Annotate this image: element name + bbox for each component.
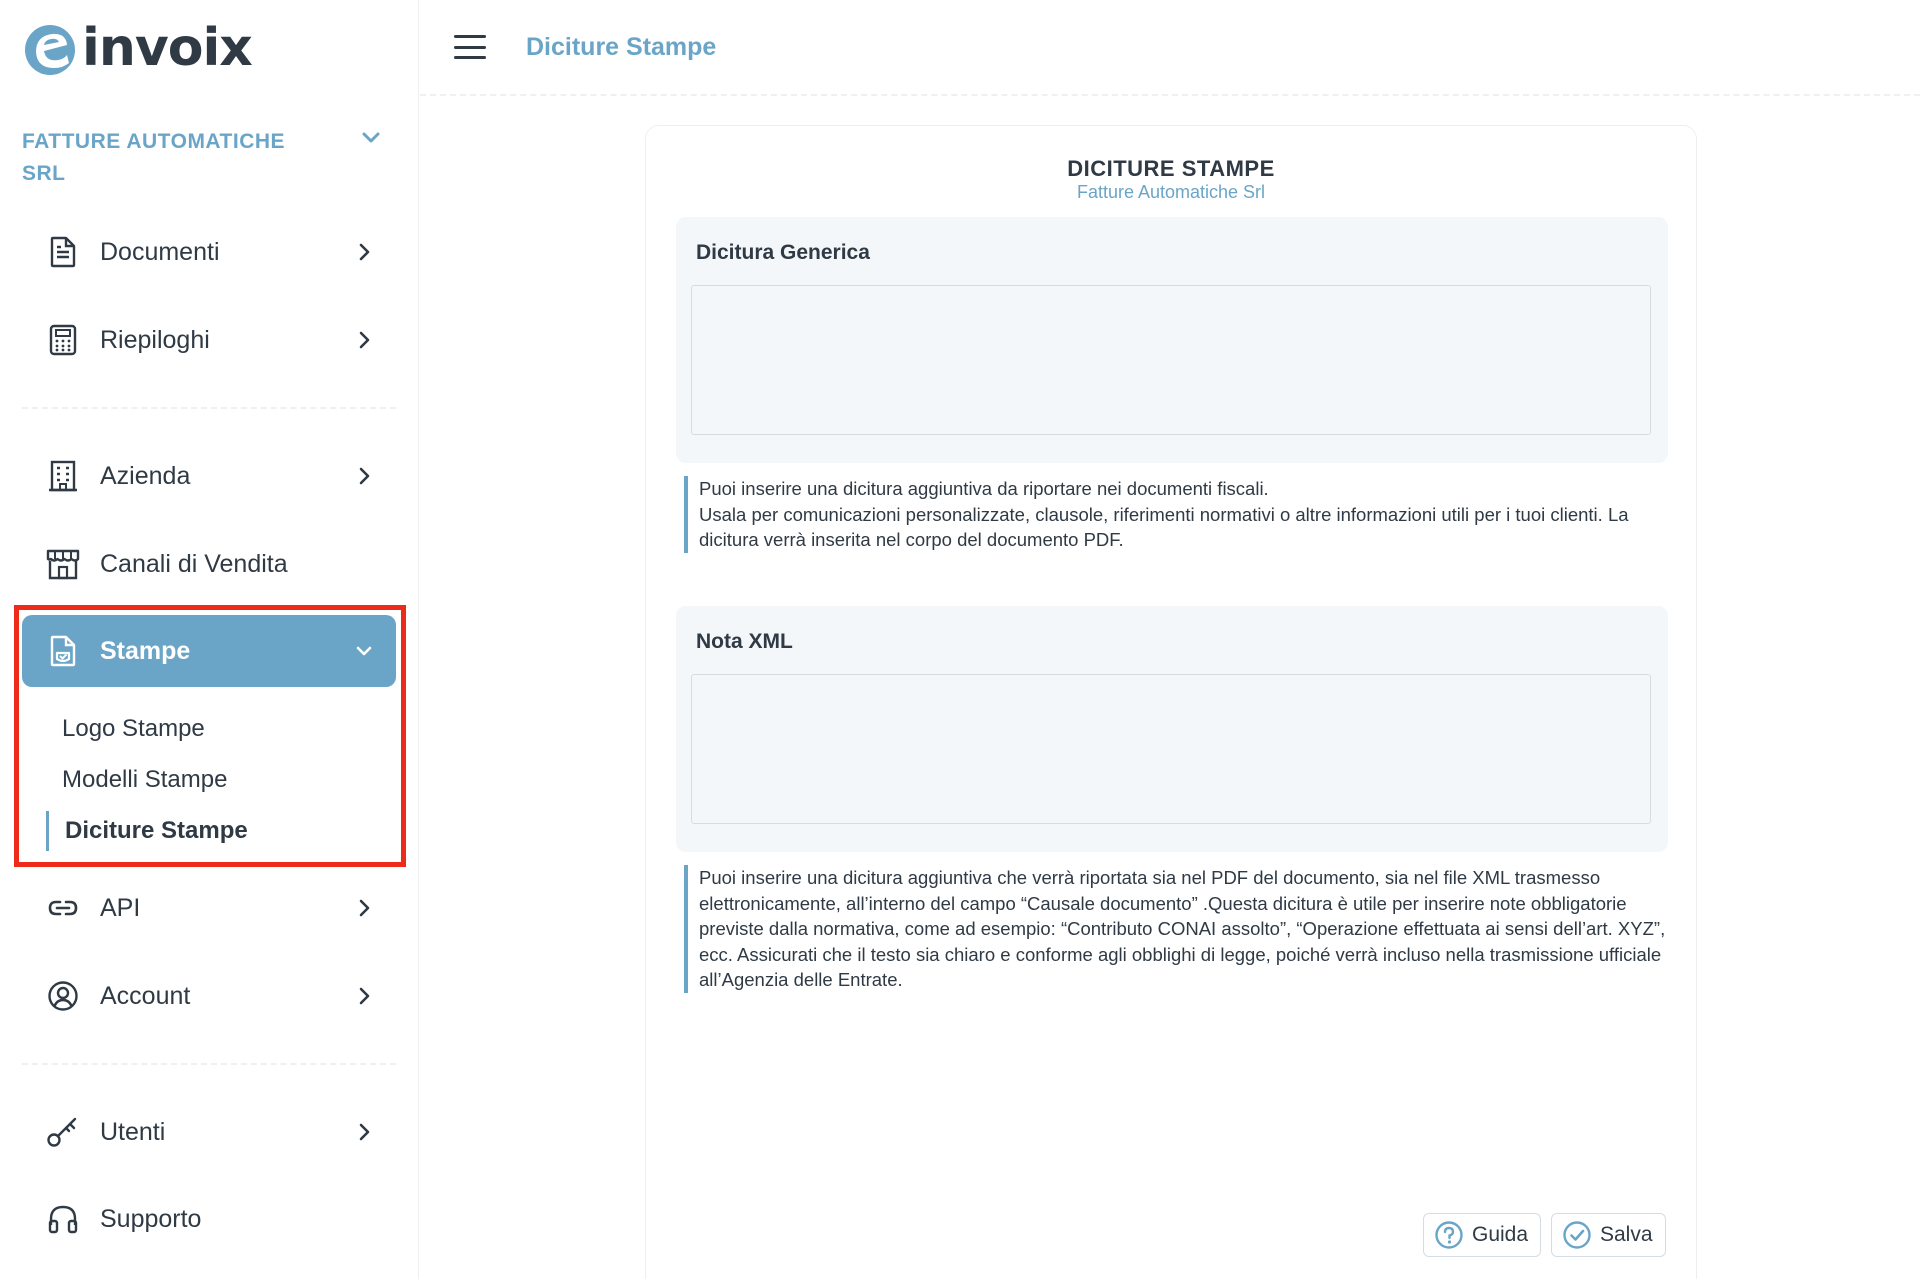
company-selector[interactable]: FATTURE AUTOMATICHE SRL bbox=[22, 126, 382, 190]
chevron-right-icon bbox=[359, 899, 370, 917]
sidebar-item-label: Canali di Vendita bbox=[100, 549, 288, 578]
chevron-right-icon bbox=[359, 987, 370, 1005]
print-file-icon bbox=[46, 634, 80, 668]
sidebar-item-label: Riepiloghi bbox=[100, 325, 210, 354]
section-dicitura-generica: Dicitura Generica bbox=[676, 217, 1668, 463]
sidebar-item-label: Supporto bbox=[100, 1204, 202, 1233]
help-text: Puoi inserire una dicitura aggiuntiva ch… bbox=[699, 867, 1666, 990]
sidebar-subitem-logo-stampe[interactable]: Logo Stampe bbox=[46, 709, 205, 749]
sidebar-divider bbox=[22, 407, 396, 409]
sidebar-item-supporto[interactable]: Supporto bbox=[22, 1183, 396, 1255]
section-label: Dicitura Generica bbox=[696, 241, 870, 264]
store-icon bbox=[46, 547, 80, 581]
logo-e-icon bbox=[25, 25, 75, 75]
card-subtitle: Fatture Automatiche Srl bbox=[1076, 182, 1266, 202]
sidebar: invoix FATTURE AUTOMATICHE SRL Documenti… bbox=[0, 0, 419, 1279]
nota-xml-textarea[interactable] bbox=[691, 674, 1651, 824]
sidebar-item-account[interactable]: Account bbox=[22, 960, 396, 1032]
question-circle-icon bbox=[1435, 1221, 1463, 1249]
sidebar-item-stampe[interactable]: Stampe bbox=[22, 615, 396, 687]
section-label: Nota XML bbox=[696, 630, 793, 653]
help-text: Puoi inserire una dicitura aggiuntiva da… bbox=[699, 478, 1629, 550]
document-icon bbox=[46, 235, 80, 269]
guida-button[interactable]: Guida bbox=[1423, 1213, 1542, 1257]
chevron-down-icon bbox=[362, 132, 380, 143]
card-title: DICITURE STAMPE bbox=[1067, 156, 1275, 181]
chevron-right-icon bbox=[359, 331, 370, 349]
sidebar-item-canali-di-vendita[interactable]: Canali di Vendita bbox=[22, 528, 396, 600]
logo-text: invoix bbox=[82, 18, 253, 78]
chevron-right-icon bbox=[359, 243, 370, 261]
calculator-icon bbox=[46, 323, 80, 357]
sidebar-item-documenti[interactable]: Documenti bbox=[22, 216, 396, 288]
salva-label: Salva bbox=[1600, 1223, 1653, 1246]
section-nota-xml: Nota XML bbox=[676, 606, 1668, 852]
sidebar-item-api[interactable]: API bbox=[22, 872, 396, 944]
salva-button[interactable]: Salva bbox=[1551, 1213, 1666, 1257]
page-title: Diciture Stampe bbox=[526, 32, 717, 61]
guida-label: Guida bbox=[1472, 1223, 1529, 1246]
user-circle-icon bbox=[46, 979, 80, 1013]
link-icon bbox=[46, 891, 80, 925]
sidebar-item-label: Azienda bbox=[100, 461, 191, 490]
topbar: Diciture Stampe bbox=[420, 0, 1920, 96]
sidebar-item-label: API bbox=[100, 893, 141, 922]
hamburger-menu-icon[interactable] bbox=[454, 35, 486, 59]
sidebar-item-utenti[interactable]: Utenti bbox=[22, 1096, 396, 1168]
sidebar-subitem-diciture-stampe[interactable]: Diciture Stampe bbox=[46, 811, 248, 851]
building-icon bbox=[46, 459, 80, 493]
sidebar-item-riepiloghi[interactable]: Riepiloghi bbox=[22, 304, 396, 376]
company-name: FATTURE AUTOMATICHE SRL bbox=[22, 130, 286, 185]
chevron-down-icon bbox=[356, 646, 372, 656]
sidebar-subitem-modelli-stampe[interactable]: Modelli Stampe bbox=[46, 760, 227, 800]
sidebar-item-azienda[interactable]: Azienda bbox=[22, 440, 396, 512]
sidebar-item-label: Utenti bbox=[100, 1117, 166, 1146]
help-text-dicitura: Puoi inserire una dicitura aggiuntiva da… bbox=[684, 476, 1669, 553]
headphones-icon bbox=[46, 1202, 80, 1236]
invoix-logo[interactable]: invoix bbox=[20, 18, 253, 78]
dicitura-generica-textarea[interactable] bbox=[691, 285, 1651, 435]
chevron-right-icon bbox=[359, 1123, 370, 1141]
check-circle-icon bbox=[1563, 1221, 1591, 1249]
sidebar-item-label: Stampe bbox=[100, 636, 191, 665]
sidebar-item-label: Account bbox=[100, 981, 191, 1010]
key-icon bbox=[46, 1115, 80, 1149]
chevron-right-icon bbox=[359, 467, 370, 485]
sidebar-divider bbox=[22, 1063, 396, 1065]
help-text-nota-xml: Puoi inserire una dicitura aggiuntiva ch… bbox=[684, 865, 1669, 993]
diciture-card: DICITURE STAMPE Fatture Automatiche Srl … bbox=[645, 125, 1697, 1279]
sidebar-item-label: Documenti bbox=[100, 237, 220, 266]
